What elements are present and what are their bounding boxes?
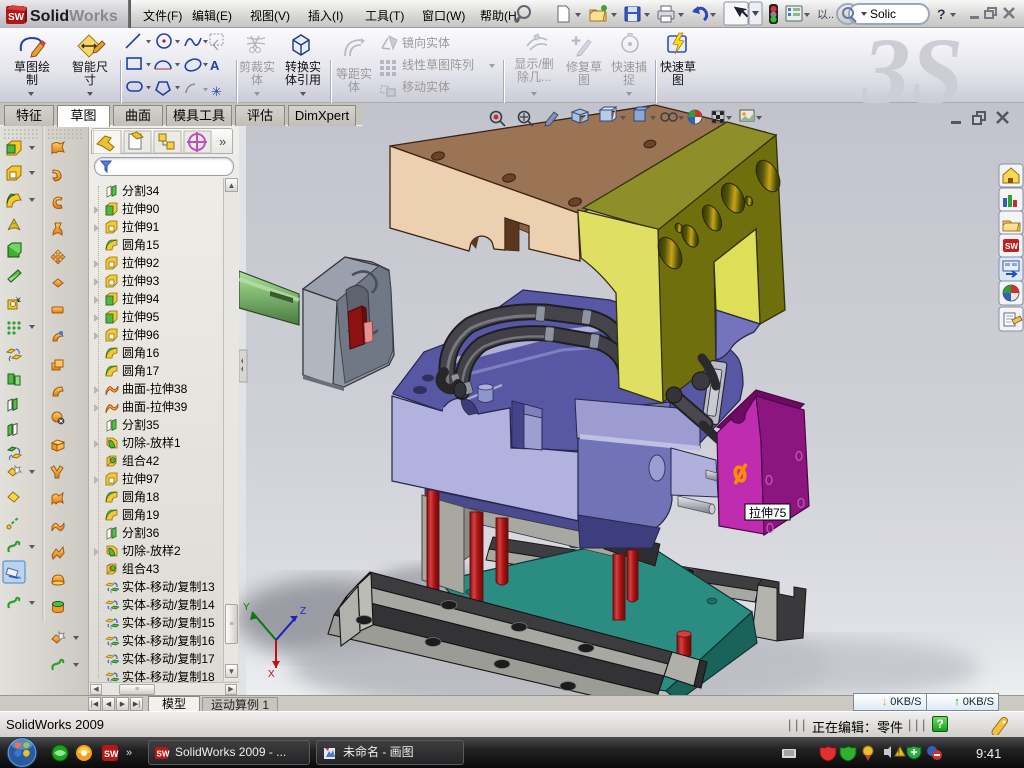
svg-text:A: A <box>210 58 220 73</box>
svg-text:以..: 以.. <box>817 9 834 21</box>
svg-text:拉伸75: 拉伸75 <box>749 505 787 520</box>
svg-text:Y: Y <box>243 602 250 613</box>
svg-text:SW: SW <box>157 750 170 759</box>
svg-text:!: ! <box>898 750 900 757</box>
svg-text:✳: ✳ <box>211 84 222 99</box>
svg-text:X: X <box>268 669 275 680</box>
svg-text:SW: SW <box>8 12 25 23</box>
svg-text:SW: SW <box>104 749 119 759</box>
svg-text:Z: Z <box>300 606 306 617</box>
svg-text:SW: SW <box>1005 242 1018 251</box>
svg-text:SolidWorks: SolidWorks <box>30 8 118 25</box>
svg-text:✚: ✚ <box>571 34 581 48</box>
svg-text:9:41: 9:41 <box>976 746 1001 761</box>
svg-text:»: » <box>126 747 132 759</box>
